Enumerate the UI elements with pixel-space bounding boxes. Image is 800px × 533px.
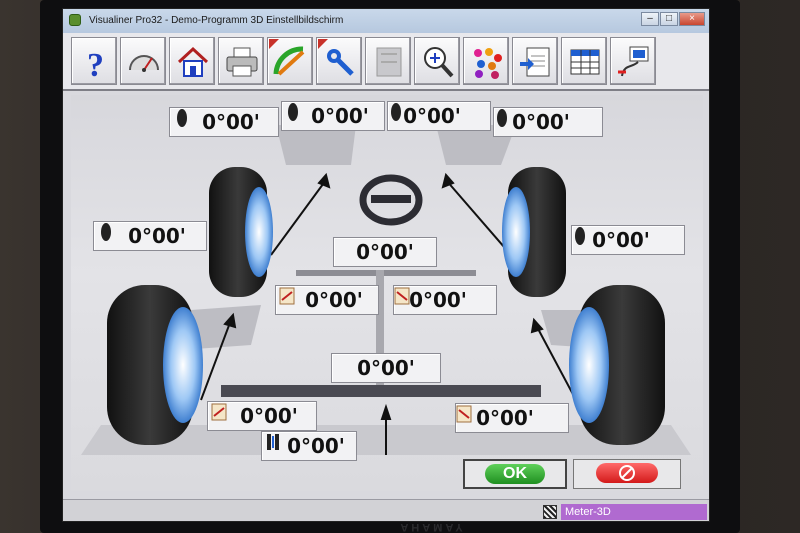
alignment-view: 0°00' 0°00' 0°00' 0°00' 0°00' 0°00' 0°00… xyxy=(71,95,703,491)
axle-icon xyxy=(279,287,295,305)
front-right-toe-readout: 0°00' xyxy=(387,101,491,131)
steering-readout: 0°00' xyxy=(333,237,437,267)
sensor-button[interactable] xyxy=(610,37,656,85)
ok-label: OK xyxy=(485,464,545,484)
table-button[interactable] xyxy=(561,37,607,85)
measure-button[interactable] xyxy=(365,37,411,85)
toolbar: ? xyxy=(63,33,709,91)
document-icon xyxy=(520,47,550,77)
help-icon: ? xyxy=(87,47,104,80)
tire-icon xyxy=(391,103,401,121)
wrench-button[interactable] xyxy=(316,37,362,85)
title-bar: Visualiner Pro32 - Demo-Programm 3D Eins… xyxy=(63,9,709,33)
home-icon xyxy=(177,46,209,77)
tire-icon xyxy=(497,109,507,127)
axle-icon xyxy=(394,287,410,305)
thrust-icon xyxy=(267,434,279,450)
prohibited-icon xyxy=(619,465,635,481)
left-side-camber-readout: 0°00' xyxy=(93,221,207,251)
front-left-toe-readout: 0°00' xyxy=(281,101,385,131)
center-value: 0°00' xyxy=(357,356,415,380)
wrench-icon xyxy=(327,49,354,76)
rear-left-value: 0°00' xyxy=(240,404,298,428)
printer-icon xyxy=(226,47,258,77)
table-icon xyxy=(570,49,600,75)
print-button[interactable] xyxy=(218,37,264,85)
right-side-camber-readout: 0°00' xyxy=(571,225,685,255)
window-title: Visualiner Pro32 - Demo-Programm 3D Eins… xyxy=(89,15,344,26)
sensor-icon xyxy=(618,46,649,77)
gauge-button[interactable] xyxy=(120,37,166,85)
rear-left-readout: 0°00' xyxy=(207,401,317,431)
rear-right-value: 0°00' xyxy=(476,406,534,430)
zoom-button[interactable] xyxy=(414,37,460,85)
minimize-button[interactable]: – xyxy=(641,12,659,26)
zoom-icon xyxy=(424,47,454,78)
tire-icon xyxy=(101,223,111,241)
thrust-readout: 0°00' xyxy=(261,431,357,461)
help-button[interactable]: ? xyxy=(71,37,117,85)
svg-text:?: ? xyxy=(87,47,104,80)
left-side-camber-value: 0°00' xyxy=(128,224,186,248)
maximize-button[interactable]: □ xyxy=(660,12,678,26)
colors-button[interactable] xyxy=(463,37,509,85)
front-right-axle-value: 0°00' xyxy=(409,288,467,312)
chassis-graphic xyxy=(81,125,691,455)
adjust-button[interactable] xyxy=(267,37,313,85)
tire-icon xyxy=(288,103,298,121)
center-readout: 0°00' xyxy=(331,353,441,383)
document-button[interactable] xyxy=(512,37,558,85)
front-left-camber-value: 0°00' xyxy=(202,110,260,134)
steering-value: 0°00' xyxy=(356,240,414,264)
front-left-axle-value: 0°00' xyxy=(305,288,363,312)
app-window: Visualiner Pro32 - Demo-Programm 3D Eins… xyxy=(62,8,710,522)
cancel-pill xyxy=(596,463,658,483)
home-button[interactable] xyxy=(169,37,215,85)
front-left-toe-value: 0°00' xyxy=(311,104,369,128)
front-left-axle-readout: 0°00' xyxy=(275,285,379,315)
dots-icon xyxy=(474,48,502,79)
front-right-axle-readout: 0°00' xyxy=(393,285,497,315)
right-side-camber-value: 0°00' xyxy=(592,228,650,252)
meter-label: Meter-3D xyxy=(561,504,707,520)
tire-icon xyxy=(177,109,187,127)
front-left-camber-readout: 0°00' xyxy=(169,107,279,137)
cancel-button[interactable] xyxy=(573,459,681,489)
measure-icon xyxy=(376,47,402,77)
ok-button[interactable]: OK xyxy=(463,459,567,489)
app-icon xyxy=(69,14,81,26)
front-right-camber-value: 0°00' xyxy=(512,110,570,134)
front-right-toe-value: 0°00' xyxy=(403,104,461,128)
gauge-icon xyxy=(129,55,159,72)
axle-icon xyxy=(456,405,472,423)
status-bar: Meter-3D xyxy=(63,499,709,521)
axle-icon xyxy=(211,403,227,421)
front-right-camber-readout: 0°00' xyxy=(493,107,603,137)
ruler-pencil-icon xyxy=(273,46,305,76)
rear-right-readout: 0°00' xyxy=(455,403,569,433)
close-button[interactable]: × xyxy=(679,12,705,26)
meter-icon xyxy=(543,505,557,519)
thrust-value: 0°00' xyxy=(287,434,345,458)
tire-icon xyxy=(575,227,585,245)
